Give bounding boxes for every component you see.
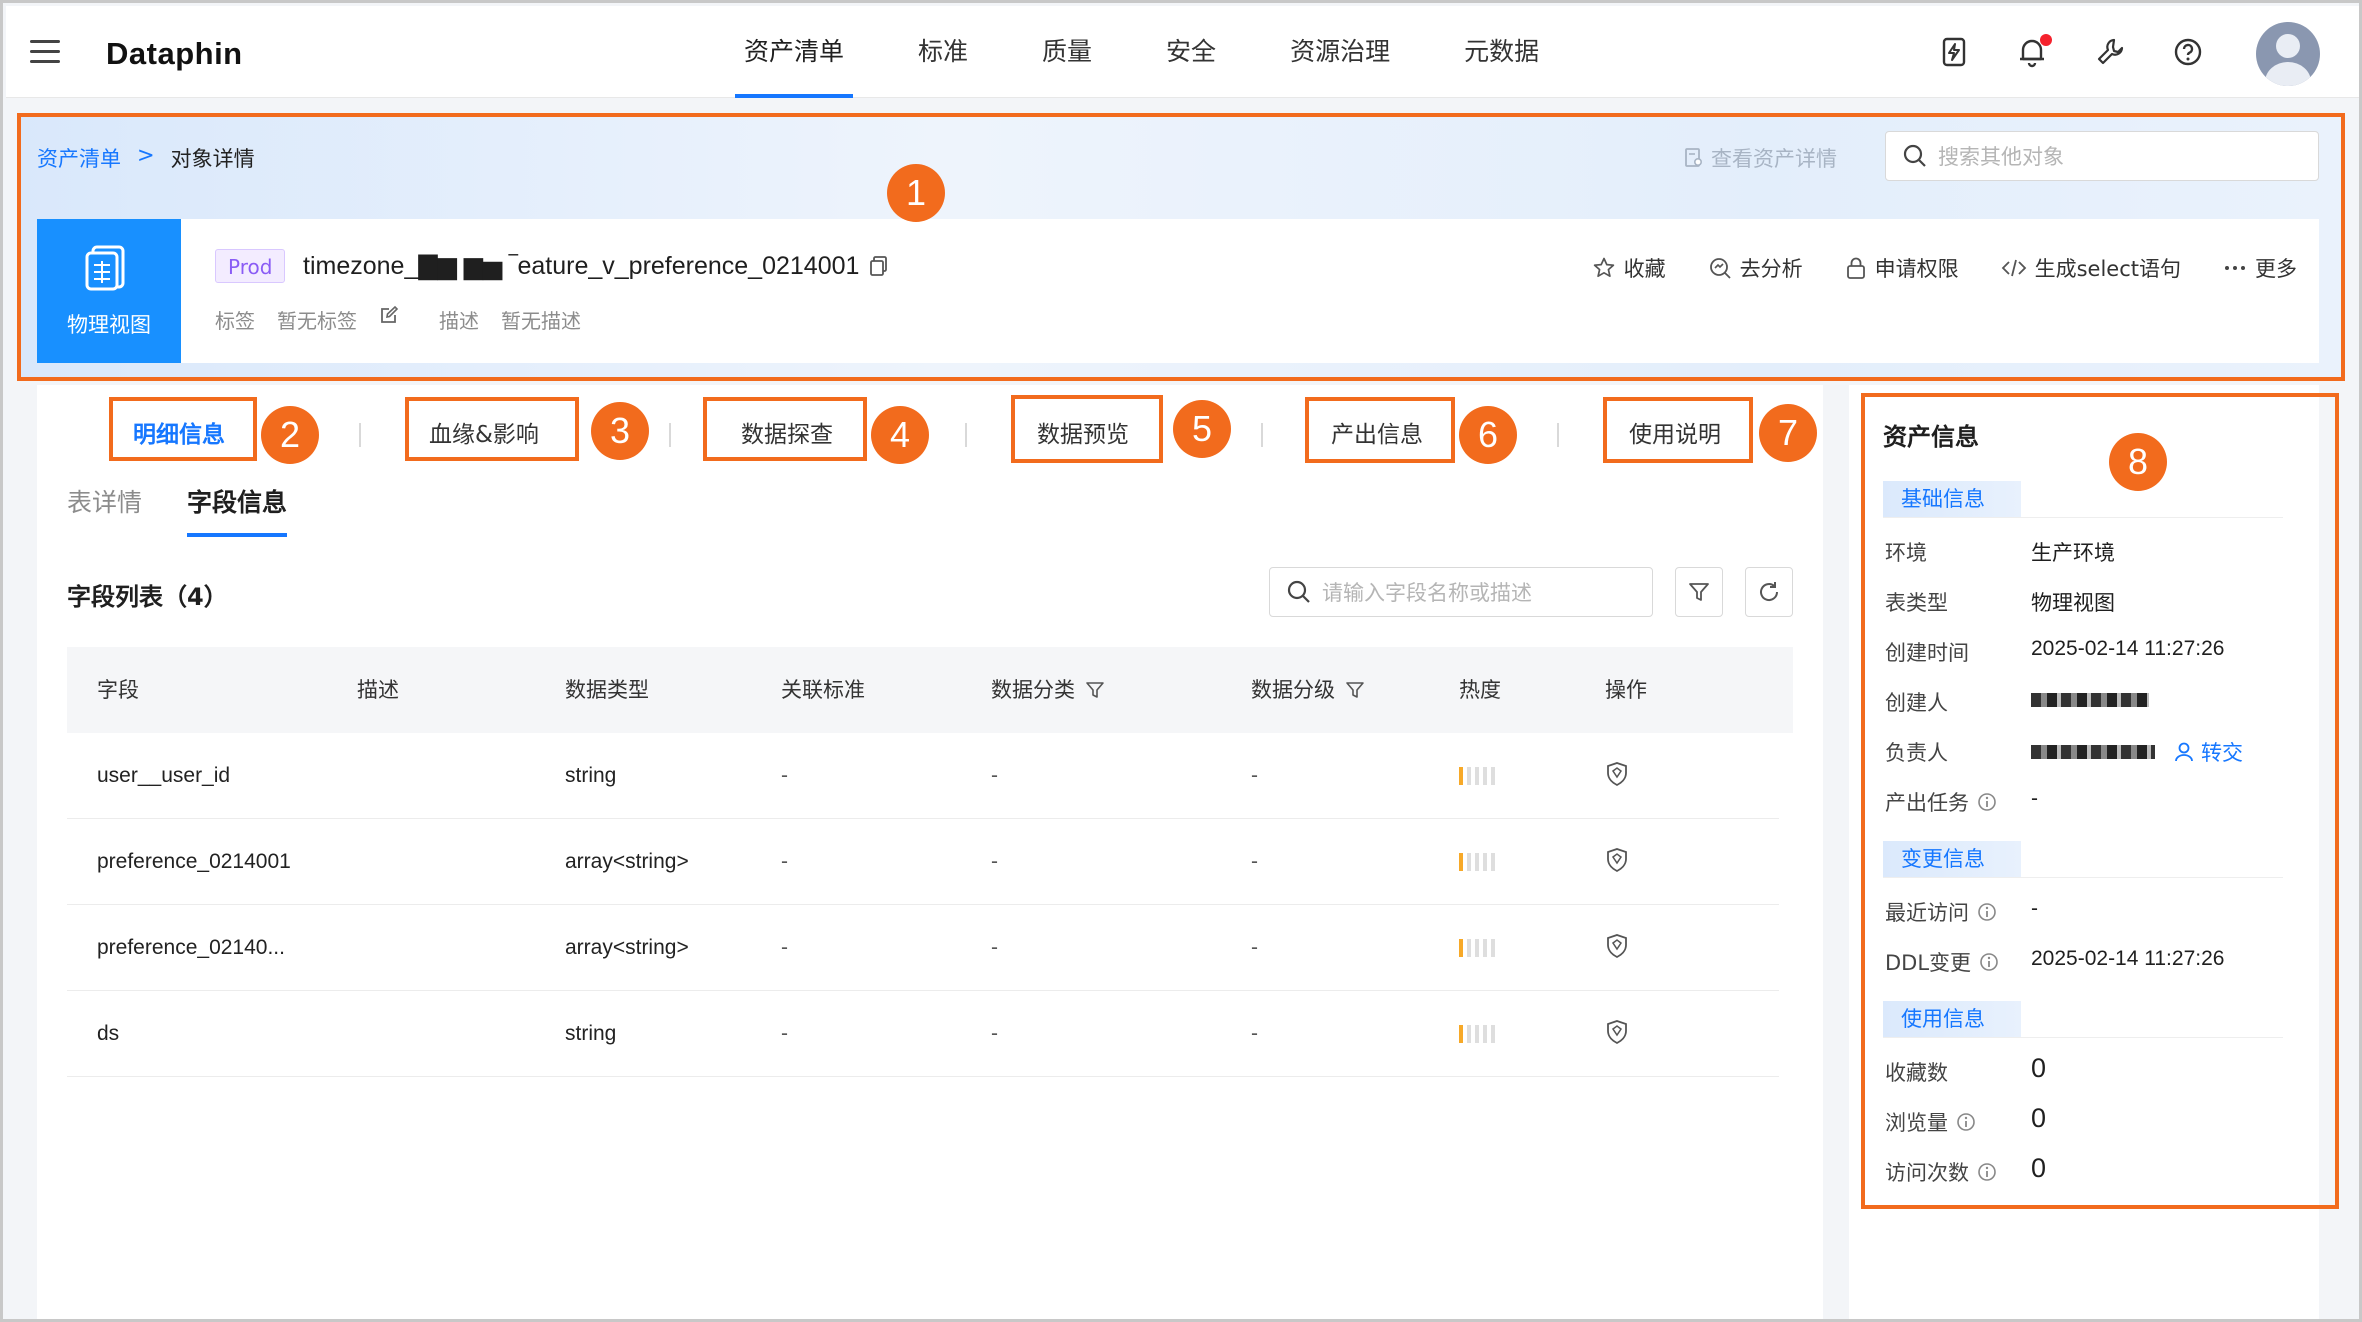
subtab-active-indicator	[187, 533, 287, 537]
annotation-box-7	[1603, 397, 1753, 463]
heat-indicator	[1459, 767, 1499, 785]
table-row[interactable]: preference_02140... array<string> - - -	[67, 905, 1779, 991]
nav-item-metadata[interactable]: 元数据	[1461, 6, 1542, 98]
nav-item-quality[interactable]: 质量	[1039, 6, 1095, 98]
annotation-box-3	[405, 397, 579, 461]
field-name: preference_02140...	[97, 936, 285, 959]
table-row[interactable]: user__user_id string - - -	[67, 733, 1779, 819]
tab-divider	[1261, 423, 1263, 447]
top-nav: Dataphin 资产清单 标准 质量 安全 资源治理 元数据	[6, 6, 2359, 98]
col-actions: 操作	[1605, 678, 1647, 702]
col-data-type: 数据类型	[565, 678, 649, 702]
field-search-placeholder: 请输入字段名称或描述	[1322, 581, 1532, 605]
filter-icon[interactable]	[1345, 680, 1365, 700]
field-standard: -	[781, 936, 788, 959]
col-data-level-label: 数据分级	[1251, 678, 1335, 702]
menu-icon[interactable]	[30, 40, 60, 64]
col-field: 字段	[97, 678, 139, 702]
table-header: 字段 描述 数据类型 关联标准 数据分类 数据分级 热度 操作	[67, 647, 1793, 733]
field-search-input[interactable]: 请输入字段名称或描述	[1269, 567, 1653, 617]
shield-icon[interactable]	[1605, 847, 1629, 877]
tab-divider	[669, 423, 671, 447]
field-type: string	[565, 764, 617, 787]
shield-icon[interactable]	[1605, 933, 1629, 963]
field-category: -	[991, 850, 998, 873]
annotation-box-6	[1305, 397, 1455, 463]
heat-indicator	[1459, 939, 1499, 957]
field-standard: -	[781, 850, 788, 873]
field-name: ds	[97, 1022, 120, 1045]
table-row[interactable]: ds string - - -	[67, 991, 1779, 1077]
field-category: -	[991, 1022, 998, 1045]
nav-item-resource-governance[interactable]: 资源治理	[1287, 6, 1393, 98]
refresh-button[interactable]	[1745, 567, 1793, 617]
help-icon[interactable]	[2170, 34, 2210, 74]
col-data-level[interactable]: 数据分级	[1251, 647, 1365, 733]
app-logo[interactable]: Dataphin	[106, 36, 243, 72]
field-type: string	[565, 1022, 617, 1045]
nav-item-security[interactable]: 安全	[1163, 6, 1219, 98]
heat-indicator	[1459, 853, 1499, 871]
table-row[interactable]: preference_0214001 array<string> - - -	[67, 819, 1779, 905]
wrench-icon[interactable]	[2092, 34, 2132, 74]
field-name: user__user_id	[97, 764, 231, 787]
field-name: preference_0214001	[97, 850, 291, 873]
filter-button[interactable]	[1675, 567, 1723, 617]
field-standard: -	[781, 764, 788, 787]
shield-icon[interactable]	[1605, 761, 1629, 791]
refresh-icon	[1760, 582, 1779, 601]
field-level: -	[1251, 1022, 1258, 1045]
shield-icon[interactable]	[1605, 1019, 1629, 1049]
annotation-number-3: 3	[591, 402, 649, 460]
field-level: -	[1251, 936, 1258, 959]
annotation-number-7: 7	[1759, 404, 1817, 462]
nav-item-standard[interactable]: 标准	[915, 6, 971, 98]
annotation-number-6: 6	[1459, 406, 1517, 464]
annotation-number-1: 1	[887, 164, 945, 222]
notification-dot	[2040, 34, 2052, 46]
lightning-doc-icon[interactable]	[1936, 34, 1976, 74]
annotation-number-2: 2	[261, 406, 319, 464]
field-level: -	[1251, 764, 1258, 787]
filter-icon	[1689, 583, 1709, 601]
tab-divider	[965, 423, 967, 447]
annotation-box-4	[703, 397, 867, 461]
annotation-box-5	[1011, 395, 1163, 463]
field-type: array<string>	[565, 936, 689, 959]
field-list-title: 字段列表（4）	[67, 583, 228, 611]
field-category: -	[991, 936, 998, 959]
col-data-category-label: 数据分类	[991, 678, 1075, 702]
main-nav: 资产清单 标准 质量 安全 资源治理 元数据	[734, 6, 1610, 98]
field-category: -	[991, 764, 998, 787]
col-standard: 关联标准	[781, 678, 865, 702]
col-heat: 热度	[1459, 678, 1501, 702]
app-window: Dataphin 资产清单 标准 质量 安全 资源治理 元数据 资产清单 > 对…	[0, 0, 2362, 1322]
field-standard: -	[781, 1022, 788, 1045]
bell-icon[interactable]	[2014, 34, 2054, 74]
field-level: -	[1251, 850, 1258, 873]
field-table: 字段 描述 数据类型 关联标准 数据分类 数据分级 热度 操作 user__us…	[67, 647, 1793, 1077]
annotation-box-1	[17, 113, 2345, 381]
subtab-table-detail[interactable]: 表详情	[67, 483, 142, 519]
search-icon	[1287, 580, 1310, 603]
annotation-box-8	[1861, 393, 2339, 1209]
annotation-number-5: 5	[1173, 400, 1231, 458]
filter-icon[interactable]	[1085, 680, 1105, 700]
col-data-category[interactable]: 数据分类	[991, 647, 1105, 733]
subtab-field-info[interactable]: 字段信息	[187, 483, 287, 519]
user-avatar[interactable]	[2256, 22, 2320, 86]
heat-indicator	[1459, 1025, 1499, 1043]
col-description: 描述	[357, 678, 399, 702]
tab-divider	[359, 423, 361, 447]
annotation-number-8: 8	[2109, 433, 2167, 491]
annotation-number-4: 4	[871, 406, 929, 464]
nav-item-asset-list[interactable]: 资产清单	[734, 6, 854, 98]
annotation-box-2	[109, 397, 257, 461]
tab-divider	[1557, 423, 1559, 447]
field-type: array<string>	[565, 850, 689, 873]
